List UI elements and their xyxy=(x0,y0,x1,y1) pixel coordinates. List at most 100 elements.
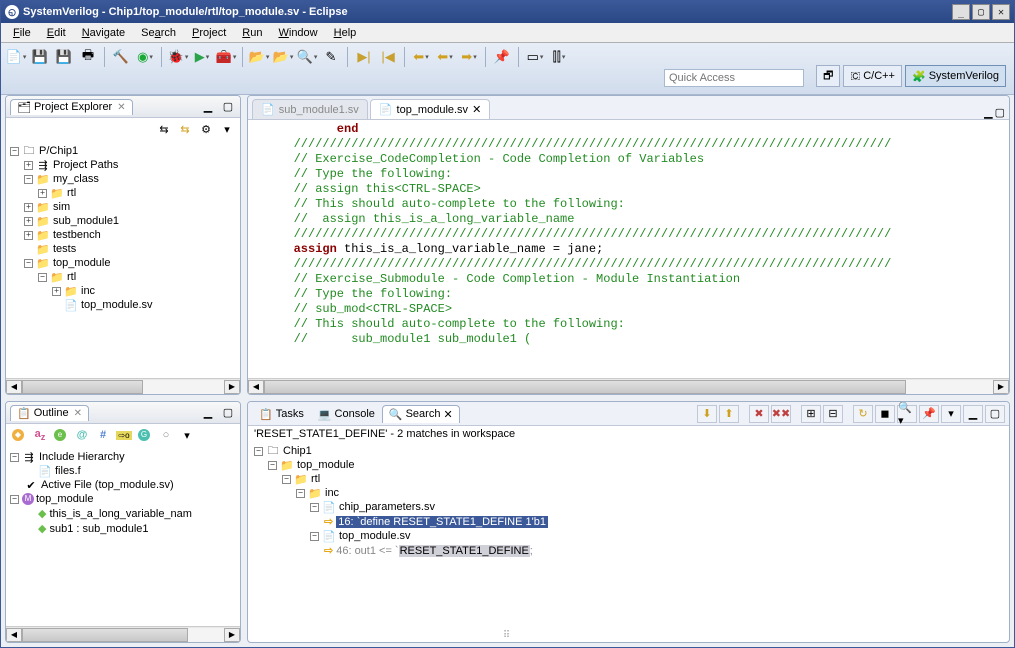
editor-body[interactable]: end ////////////////////////////////////… xyxy=(248,120,1009,378)
rerun-button[interactable]: ↻ xyxy=(853,405,873,423)
outline-at-button[interactable]: @ xyxy=(73,426,91,444)
editor-scrollbar[interactable]: ◀▶ xyxy=(248,378,1009,394)
tree-item-my-class-rtl[interactable]: +rtl xyxy=(10,186,236,200)
outline-filter-button[interactable]: ◆ xyxy=(10,426,28,444)
search-tree-rtl[interactable]: −rtl xyxy=(254,472,1003,486)
outline-dot-button[interactable]: ○ xyxy=(157,426,175,444)
menu-run[interactable]: Run xyxy=(234,25,270,41)
tree-root[interactable]: −🗀P/Chip1 xyxy=(10,144,236,158)
close-icon[interactable]: ✕ xyxy=(117,102,125,113)
tree-item-tests[interactable]: tests xyxy=(10,242,236,256)
new-class-button[interactable]: 📂 xyxy=(248,46,270,68)
debug-button[interactable]: 🐞 xyxy=(167,46,189,68)
menu-file[interactable]: File xyxy=(5,25,39,41)
build-button[interactable]: 🔨 xyxy=(110,46,132,68)
menu-navigate[interactable]: Navigate xyxy=(74,25,133,41)
cancel-button[interactable]: ◼ xyxy=(875,405,895,423)
pin-button[interactable]: 📌 xyxy=(919,405,939,423)
menu-window[interactable]: Window xyxy=(270,25,325,41)
outline-hash-button[interactable]: # xyxy=(94,426,112,444)
outline-g-button[interactable]: G xyxy=(136,426,154,444)
toggle-mark-button[interactable]: ✎ xyxy=(320,46,342,68)
ext-tools-button[interactable]: 🧰 xyxy=(215,46,237,68)
console-tab[interactable]: 💻Console xyxy=(311,405,382,423)
tree-item-inc[interactable]: +inc xyxy=(10,284,236,298)
scrollbar[interactable]: ◀▶ xyxy=(6,378,240,394)
collapse-all-button[interactable]: ⇆ xyxy=(155,120,173,138)
open-perspective-button[interactable]: 🗗 xyxy=(816,65,840,87)
perspective-ccpp[interactable]: 🇨C/C++ xyxy=(843,65,902,87)
filters-button[interactable]: ⚙ xyxy=(197,120,215,138)
editor-presentation-button[interactable]: ▭ xyxy=(524,46,546,68)
back-button[interactable]: ⬅ xyxy=(434,46,456,68)
run-button[interactable]: ▶ xyxy=(191,46,213,68)
tasks-tab[interactable]: 📋Tasks xyxy=(252,405,311,423)
search-tree-top-module[interactable]: −top_module xyxy=(254,458,1003,472)
search-hit-1[interactable]: ⇨16: `define RESET_STATE1_DEFINE 1'b1 xyxy=(254,514,1003,529)
view-menu-button[interactable]: ▾ xyxy=(218,120,236,138)
maximize-icon[interactable]: ▢ xyxy=(220,99,236,115)
prev-annotation-button[interactable]: |◀ xyxy=(377,46,399,68)
editor-tab-top-module[interactable]: 📄top_module.sv✕ xyxy=(370,99,490,119)
history-button[interactable]: 🔍▾ xyxy=(897,405,917,423)
maximize-icon[interactable]: ▢ xyxy=(995,106,1005,119)
tree-item-sim[interactable]: +sim xyxy=(10,200,236,214)
tree-item-top-file[interactable]: top_module.sv xyxy=(10,298,236,312)
remove-match-button[interactable]: ✖ xyxy=(749,405,769,423)
minimize-icon[interactable]: ▁ xyxy=(984,106,992,119)
link-editor-button[interactable]: ⇆ xyxy=(176,120,194,138)
menu-edit[interactable]: Edit xyxy=(39,25,74,41)
minimize-icon[interactable]: ▁ xyxy=(200,99,216,115)
search-hit-2[interactable]: ⇨46: out1 <= `RESET_STATE1_DEFINE; xyxy=(254,543,1003,558)
close-button[interactable]: ✕ xyxy=(992,4,1010,20)
last-edit-button[interactable]: ⬅ xyxy=(410,46,432,68)
editor-tab-sub-module1[interactable]: 📄sub_module1.sv xyxy=(252,99,368,119)
outline-var[interactable]: ◆this_is_a_long_variable_nam xyxy=(10,506,236,521)
minimize-button[interactable]: _ xyxy=(952,4,970,20)
outline-include-hierarchy[interactable]: −⇶Include Hierarchy xyxy=(10,450,236,464)
outline-menu-button[interactable]: ▾ xyxy=(178,426,196,444)
next-annotation-button[interactable]: ▶| xyxy=(353,46,375,68)
save-all-button[interactable]: 💾 xyxy=(53,46,75,68)
outline-tab[interactable]: 📋 Outline ✕ xyxy=(10,405,89,421)
search-button[interactable]: 🔍 xyxy=(296,46,318,68)
open-type-button[interactable]: 📂 xyxy=(272,46,294,68)
outline-top-module[interactable]: −Mtop_module xyxy=(10,492,236,506)
collapse-all-button[interactable]: ⊟ xyxy=(823,405,843,423)
show-whitespace-button[interactable]: ⫿⫿ xyxy=(548,46,570,68)
search-tree-chip1[interactable]: −🗀Chip1 xyxy=(254,444,1003,458)
prev-match-button[interactable]: ⬆ xyxy=(719,405,739,423)
maximize-icon[interactable]: ▢ xyxy=(985,405,1005,423)
tree-item-project-paths[interactable]: +⇶Project Paths xyxy=(10,158,236,172)
project-explorer-tab[interactable]: 🗂 Project Explorer ✕ xyxy=(10,99,133,115)
tree-item-top-rtl[interactable]: −rtl xyxy=(10,270,236,284)
tree-item-my-class[interactable]: −my_class xyxy=(10,172,236,186)
search-tree-top-sv[interactable]: −top_module.sv xyxy=(254,529,1003,543)
next-match-button[interactable]: ⬇ xyxy=(697,405,717,423)
print-button[interactable]: 🖶 xyxy=(77,46,99,68)
tree-item-sub-module1[interactable]: +sub_module1 xyxy=(10,214,236,228)
save-button[interactable]: 💾 xyxy=(29,46,51,68)
search-tab[interactable]: 🔍Search✕ xyxy=(382,405,460,423)
maximize-button[interactable]: ▢ xyxy=(972,4,990,20)
outline-active-file[interactable]: ✔Active File (top_module.sv) xyxy=(10,478,236,492)
toggle-button[interactable]: ◉ xyxy=(134,46,156,68)
outline-hide-button[interactable]: e xyxy=(52,426,70,444)
forward-button[interactable]: ➡ xyxy=(458,46,480,68)
view-menu-button[interactable]: ▾ xyxy=(941,405,961,423)
drag-handle[interactable]: ⠿ xyxy=(503,630,512,641)
outline-sub1[interactable]: ◆sub1 : sub_module1 xyxy=(10,521,236,536)
search-tree-chip-params[interactable]: −chip_parameters.sv xyxy=(254,500,1003,514)
outline-files-f[interactable]: files.f xyxy=(10,464,236,478)
new-button[interactable]: 📄 xyxy=(5,46,27,68)
minimize-icon[interactable]: ▁ xyxy=(200,405,216,421)
pin-button[interactable]: 📌 xyxy=(491,46,513,68)
menu-project[interactable]: Project xyxy=(184,25,234,41)
close-icon[interactable]: ✕ xyxy=(74,408,82,419)
close-icon[interactable]: ✕ xyxy=(443,408,452,421)
outline-scrollbar[interactable]: ◀▶ xyxy=(6,626,240,642)
tree-item-testbench[interactable]: +testbench xyxy=(10,228,236,242)
close-icon[interactable]: ✕ xyxy=(472,103,481,116)
menu-help[interactable]: Help xyxy=(326,25,365,41)
perspective-systemverilog[interactable]: 🧩SystemVerilog xyxy=(905,65,1006,87)
